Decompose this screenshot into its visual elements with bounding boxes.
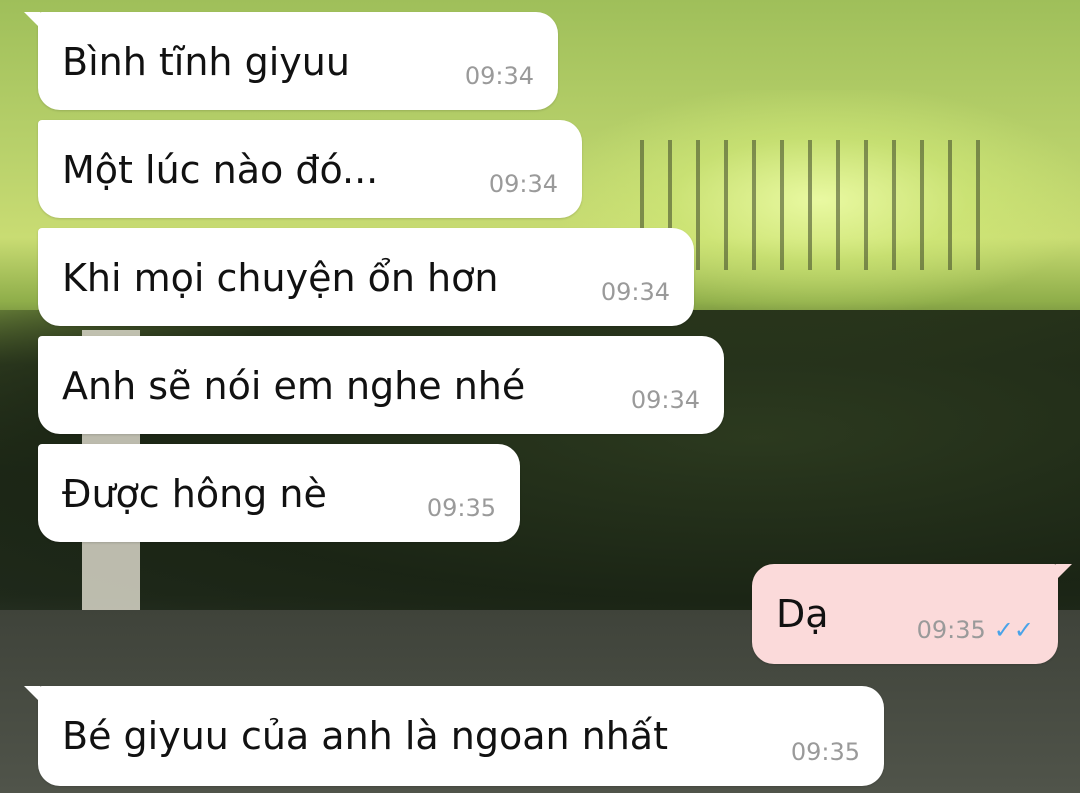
- bubble-tail: [24, 12, 40, 28]
- message-bubble-incoming[interactable]: Khi mọi chuyện ổn hơn 09:34: [38, 228, 694, 326]
- message-timestamp: 09:35 ✓✓: [917, 616, 1034, 644]
- message-bubble-incoming[interactable]: Bé giyuu của anh là ngoan nhất 09:35: [24, 686, 884, 786]
- message-bubble-incoming[interactable]: Một lúc nào đó... 09:34: [38, 120, 582, 218]
- double-check-icon: ✓✓: [993, 616, 1034, 644]
- message-timestamp: 09:35: [426, 494, 496, 522]
- message-timestamp: 09:34: [630, 386, 700, 414]
- message-bubble-incoming[interactable]: Được hông nè 09:35: [38, 444, 520, 542]
- message-timestamp: 09:34: [600, 278, 670, 306]
- bubble-tail: [24, 686, 40, 702]
- message-text: Bé giyuu của anh là ngoan nhất: [62, 714, 668, 758]
- wallpaper-fence: [640, 140, 1000, 270]
- message-text: Dạ: [776, 592, 829, 636]
- message-text: Được hông nè: [62, 472, 327, 516]
- message-timestamp: 09:34: [488, 170, 558, 198]
- message-bubble-incoming[interactable]: Bình tĩnh giyuu 09:34: [24, 12, 558, 110]
- message-text: Bình tĩnh giyuu: [62, 40, 350, 84]
- bubble-tail: [1056, 564, 1072, 580]
- message-timestamp: 09:35: [790, 738, 860, 766]
- message-text: Khi mọi chuyện ổn hơn: [62, 256, 499, 300]
- message-bubble-outgoing[interactable]: Dạ 09:35 ✓✓: [752, 564, 1072, 664]
- message-bubble-incoming[interactable]: Anh sẽ nói em nghe nhé 09:34: [38, 336, 724, 434]
- timestamp-text: 09:35: [916, 616, 986, 644]
- message-timestamp: 09:34: [464, 62, 534, 90]
- message-text: Anh sẽ nói em nghe nhé: [62, 364, 526, 408]
- message-text: Một lúc nào đó...: [62, 148, 379, 192]
